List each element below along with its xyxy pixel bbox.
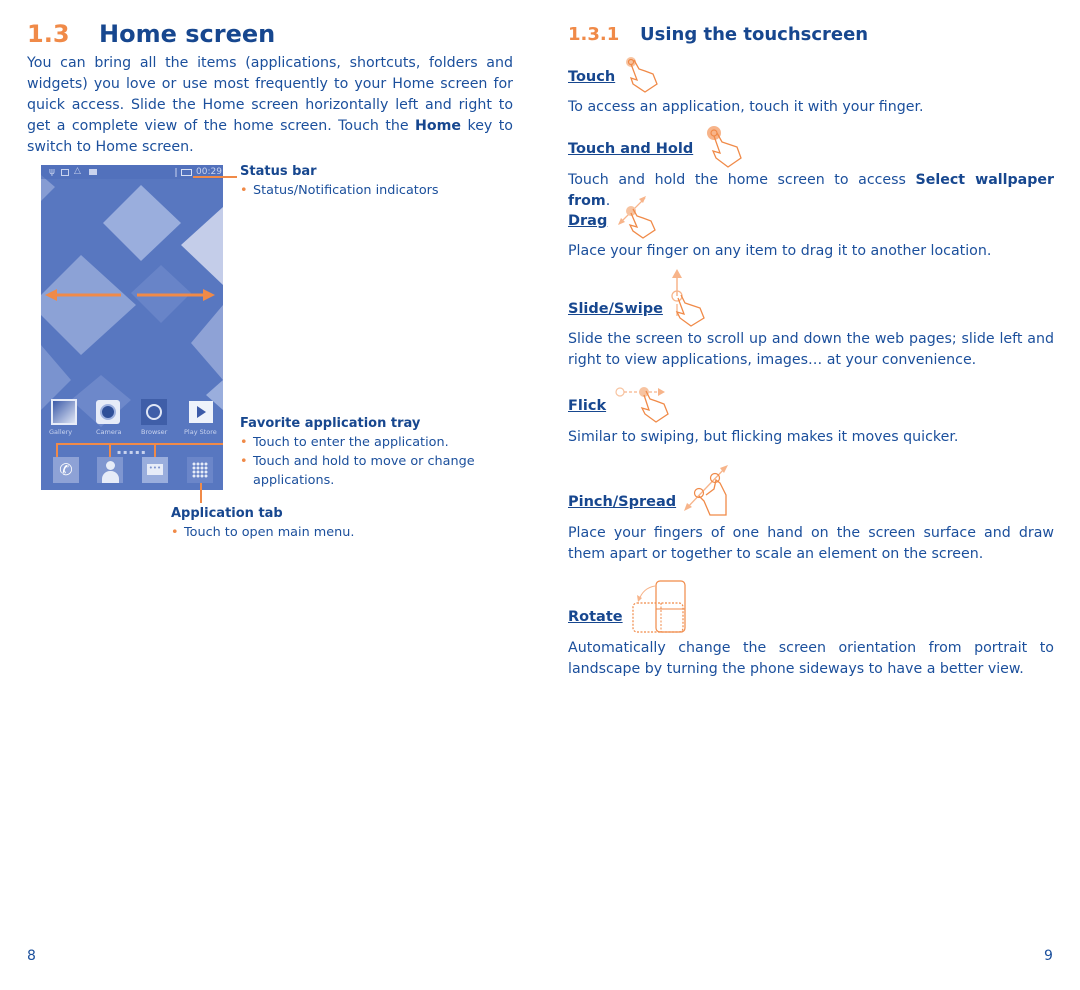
gesture-drag-title: Drag [568, 213, 608, 229]
page-indicator: ▪▪▪▪▪ [117, 449, 148, 456]
image-notification-icon [61, 169, 69, 176]
app-label-camera: Camera [96, 428, 122, 436]
gesture-touch-title: Touch [568, 69, 616, 85]
home-key-emphasis: Home [415, 118, 462, 134]
home-screen-illustration: ψ △ 00:29 Gallery Camera Browser Play St… [41, 165, 223, 490]
page-number-left: 8 [27, 948, 36, 964]
warning-icon: △ [74, 166, 81, 176]
subsection-number: 1.3.1 [568, 24, 620, 45]
swipe-hand-icon [671, 269, 705, 327]
status-bar: ψ △ 00:29 [41, 165, 223, 181]
subsection-title: Using the touchscreen [640, 24, 869, 45]
gesture-rotate-title: Rotate [568, 609, 623, 625]
gesture-pinch-spread-title: Pinch/Spread [568, 494, 677, 510]
press-hold-hand-icon [707, 126, 742, 168]
subsection-heading-touchscreen: 1.3.1 Using the touchscreen [568, 24, 868, 45]
usb-icon: ψ [49, 167, 55, 177]
app-label-play-store: Play Store [184, 428, 217, 436]
gesture-pinch-spread-description: Place your fingers of one hand on the sc… [568, 525, 1054, 562]
favorite-tray-label: Favorite application tray [240, 416, 421, 431]
signal-icon [169, 168, 177, 177]
gesture-rotate-description: Automatically change the screen orientat… [568, 640, 1054, 677]
wallpaper [41, 165, 223, 490]
status-bar-bullet: • Status/Notification indicators [240, 183, 439, 198]
tray-bracket [56, 443, 223, 445]
dock-apps-grid-icon[interactable] [187, 457, 213, 483]
gesture-touch-and-hold-title: Touch and Hold [568, 141, 694, 157]
gesture-touch-description: To access an application, touch it with … [568, 99, 924, 115]
page-number-right: 9 [1044, 948, 1053, 964]
gesture-slide-swipe-description: Slide the screen to scroll up and down t… [568, 331, 1054, 368]
section-title: Home screen [99, 20, 276, 48]
status-bar-callout-line [193, 176, 237, 178]
battery-icon [181, 169, 192, 176]
dock-messaging-icon[interactable]: ••• [142, 457, 168, 483]
gesture-flick-description: Similar to swiping, but flicking makes i… [568, 429, 959, 445]
gesture-drag-description: Place your finger on any item to drag it… [568, 243, 992, 259]
status-bar-label: Status bar [240, 164, 317, 179]
app-camera[interactable] [96, 400, 120, 424]
dock-phone-icon[interactable]: ✆ [53, 457, 79, 483]
pinch-spread-hand-icon [684, 465, 728, 516]
intro-paragraph: You can bring all the items (application… [27, 53, 513, 158]
app-browser[interactable] [141, 399, 167, 425]
app-label-gallery: Gallery [49, 428, 73, 436]
app-gallery[interactable] [51, 399, 77, 425]
flick-hand-icon [615, 387, 669, 423]
application-tab-bullet: • Touch to open main menu. [171, 525, 355, 540]
app-label-browser: Browser [141, 428, 168, 436]
drag-hand-icon [618, 196, 656, 239]
gesture-flick-title: Flick [568, 398, 607, 414]
application-tab-label: Application tab [171, 506, 283, 521]
sd-card-icon [89, 169, 97, 175]
tap-hand-icon [626, 57, 658, 93]
section-heading-home-screen: 1.3 Home screen [27, 20, 275, 48]
app-play-store[interactable] [189, 401, 213, 423]
rotate-device-icon [632, 580, 686, 633]
favorite-tray-bullet-2: • Touch and hold to move or change applic… [240, 454, 475, 488]
section-number: 1.3 [27, 20, 70, 48]
gesture-slide-swipe-title: Slide/Swipe [568, 301, 663, 317]
dock-contacts-icon[interactable] [97, 457, 123, 483]
app-tab-callout-line [200, 483, 202, 503]
swipe-left-right-arrows [45, 289, 215, 301]
favorite-tray-bullet-1: • Touch to enter the application. [240, 435, 449, 450]
